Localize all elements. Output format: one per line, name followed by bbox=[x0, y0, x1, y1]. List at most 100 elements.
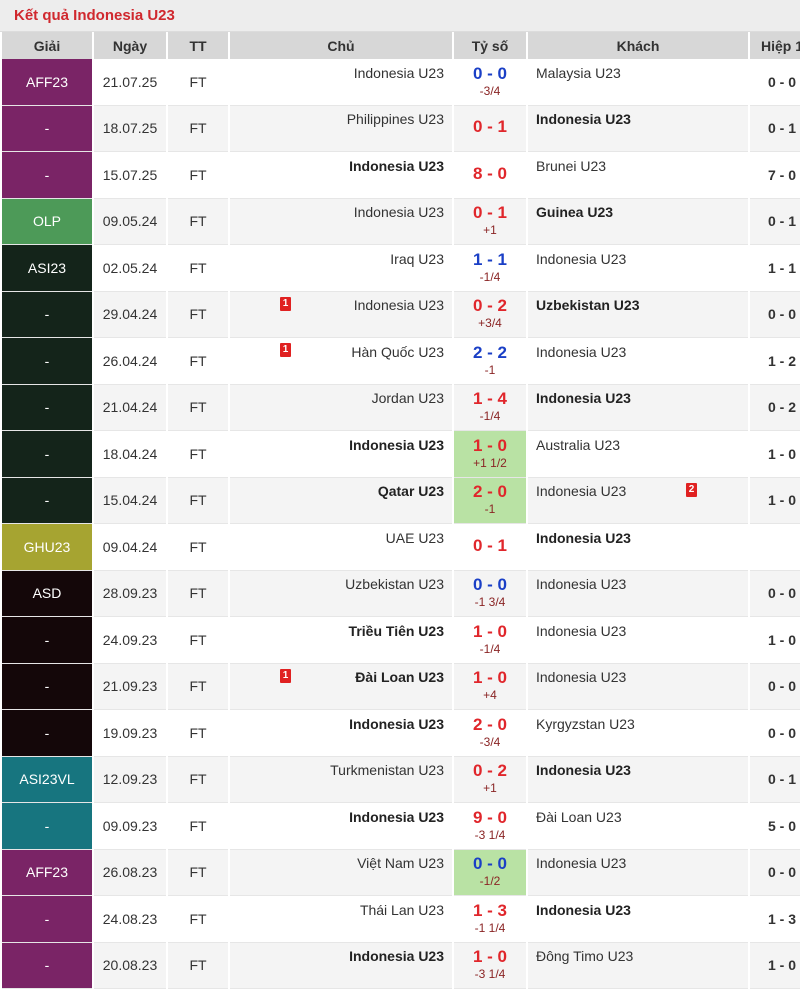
match-score[interactable]: 1 - 0 bbox=[454, 947, 526, 967]
away-team-cell[interactable]: Kyrgyzstan U23 bbox=[528, 710, 748, 757]
home-team-cell[interactable]: Triều Tiên U23 bbox=[230, 617, 452, 664]
away-team-cell[interactable]: Indonesia U23 bbox=[528, 850, 748, 897]
away-team-cell[interactable]: Indonesia U23 bbox=[528, 524, 748, 571]
home-team-name[interactable]: Indonesia U23 bbox=[349, 716, 444, 732]
match-score[interactable]: 0 - 1 bbox=[454, 117, 526, 137]
away-team-cell[interactable]: Indonesia U232 bbox=[528, 478, 748, 525]
away-team-name[interactable]: Đông Timo U23 bbox=[536, 948, 633, 964]
score-cell[interactable]: 8 - 0 bbox=[454, 152, 526, 199]
match-score[interactable]: 0 - 1 bbox=[454, 203, 526, 223]
away-team-name[interactable]: Indonesia U23 bbox=[536, 390, 631, 406]
away-team-cell[interactable]: Indonesia U23 bbox=[528, 245, 748, 292]
league-cell[interactable]: OLP bbox=[2, 199, 92, 246]
match-score[interactable]: 0 - 0 bbox=[454, 575, 526, 595]
match-score[interactable]: 1 - 0 bbox=[454, 622, 526, 642]
score-cell[interactable]: 1 - 4-1/4 bbox=[454, 385, 526, 432]
home-team-cell[interactable]: Iraq U23 bbox=[230, 245, 452, 292]
score-cell[interactable]: 0 - 0-1 3/4 bbox=[454, 571, 526, 618]
away-team-cell[interactable]: Uzbekistan U23 bbox=[528, 292, 748, 339]
table-row[interactable]: AFF2321.07.25FTIndonesia U230 - 0-3/4Mal… bbox=[2, 59, 800, 106]
league-cell[interactable]: - bbox=[2, 943, 92, 989]
home-team-name[interactable]: Indonesia U23 bbox=[349, 158, 444, 174]
score-cell[interactable]: 0 - 2+3/4 bbox=[454, 292, 526, 339]
league-cell[interactable]: ASI23VL bbox=[2, 757, 92, 804]
away-team-name[interactable]: Đài Loan U23 bbox=[536, 809, 622, 825]
league-cell[interactable]: - bbox=[2, 896, 92, 943]
away-team-cell[interactable]: Đài Loan U23 bbox=[528, 803, 748, 850]
away-team-name[interactable]: Malaysia U23 bbox=[536, 65, 621, 81]
away-team-cell[interactable]: Indonesia U23 bbox=[528, 757, 748, 804]
home-team-cell[interactable]: Indonesia U23 bbox=[230, 431, 452, 478]
score-cell[interactable]: 0 - 0-1/2 bbox=[454, 850, 526, 897]
league-cell[interactable]: AFF23 bbox=[2, 59, 92, 106]
league-cell[interactable]: ASD bbox=[2, 571, 92, 618]
table-row[interactable]: ASD28.09.23FTUzbekistan U230 - 0-1 3/4In… bbox=[2, 571, 800, 618]
home-team-name[interactable]: Philippines U23 bbox=[347, 111, 444, 127]
score-cell[interactable]: 1 - 3-1 1/4 bbox=[454, 896, 526, 943]
league-cell[interactable]: - bbox=[2, 292, 92, 339]
league-cell[interactable]: - bbox=[2, 385, 92, 432]
away-team-name[interactable]: Indonesia U23 bbox=[536, 251, 626, 267]
home-team-cell[interactable]: Uzbekistan U23 bbox=[230, 571, 452, 618]
score-cell[interactable]: 0 - 1+1 bbox=[454, 199, 526, 246]
home-team-cell[interactable]: Turkmenistan U23 bbox=[230, 757, 452, 804]
score-cell[interactable]: 2 - 0-1 bbox=[454, 478, 526, 525]
away-team-cell[interactable]: Indonesia U23 bbox=[528, 896, 748, 943]
league-cell[interactable]: - bbox=[2, 106, 92, 153]
score-cell[interactable]: 1 - 0+1 1/2 bbox=[454, 431, 526, 478]
home-team-name[interactable]: Hàn Quốc U23 bbox=[351, 344, 444, 360]
table-row[interactable]: -24.09.23FTTriều Tiên U231 - 0-1/4Indone… bbox=[2, 617, 800, 664]
away-team-name[interactable]: Indonesia U23 bbox=[536, 855, 626, 871]
home-team-cell[interactable]: Indonesia U23 bbox=[230, 803, 452, 850]
match-score[interactable]: 2 - 2 bbox=[454, 343, 526, 363]
score-cell[interactable]: 0 - 1 bbox=[454, 524, 526, 571]
away-team-cell[interactable]: Guinea U23 bbox=[528, 199, 748, 246]
table-row[interactable]: -09.09.23FTIndonesia U239 - 0-3 1/4Đài L… bbox=[2, 803, 800, 850]
score-cell[interactable]: 1 - 0-1/4 bbox=[454, 617, 526, 664]
match-score[interactable]: 9 - 0 bbox=[454, 808, 526, 828]
home-team-cell[interactable]: UAE U23 bbox=[230, 524, 452, 571]
table-row[interactable]: -18.04.24FTIndonesia U231 - 0+1 1/2Austr… bbox=[2, 431, 800, 478]
away-team-name[interactable]: Guinea U23 bbox=[536, 204, 613, 220]
league-cell[interactable]: - bbox=[2, 803, 92, 850]
away-team-name[interactable]: Indonesia U23 bbox=[536, 762, 631, 778]
match-score[interactable]: 1 - 4 bbox=[454, 389, 526, 409]
away-team-name[interactable]: Indonesia U23 bbox=[536, 530, 631, 546]
home-team-cell[interactable]: 1Indonesia U23 bbox=[230, 292, 452, 339]
table-row[interactable]: -15.04.24FTQatar U232 - 0-1Indonesia U23… bbox=[2, 478, 800, 525]
home-team-cell[interactable]: Indonesia U23 bbox=[230, 943, 452, 989]
match-score[interactable]: 0 - 2 bbox=[454, 296, 526, 316]
table-row[interactable]: ASI2302.05.24FTIraq U231 - 1-1/4Indonesi… bbox=[2, 245, 800, 292]
away-team-name[interactable]: Indonesia U23 bbox=[536, 576, 626, 592]
away-team-cell[interactable]: Indonesia U23 bbox=[528, 664, 748, 711]
score-cell[interactable]: 2 - 0-3/4 bbox=[454, 710, 526, 757]
table-row[interactable]: ASI23VL12.09.23FTTurkmenistan U230 - 2+1… bbox=[2, 757, 800, 804]
score-cell[interactable]: 1 - 0-3 1/4 bbox=[454, 943, 526, 989]
score-cell[interactable]: 1 - 0+4 bbox=[454, 664, 526, 711]
home-team-cell[interactable]: Indonesia U23 bbox=[230, 199, 452, 246]
away-team-name[interactable]: Indonesia U23 bbox=[536, 483, 626, 499]
home-team-cell[interactable]: 1Hàn Quốc U23 bbox=[230, 338, 452, 385]
league-cell[interactable]: - bbox=[2, 664, 92, 711]
home-team-name[interactable]: Uzbekistan U23 bbox=[345, 576, 444, 592]
away-team-cell[interactable]: Australia U23 bbox=[528, 431, 748, 478]
home-team-name[interactable]: Indonesia U23 bbox=[354, 204, 444, 220]
table-row[interactable]: -15.07.25FTIndonesia U238 - 0Brunei U237… bbox=[2, 152, 800, 199]
home-team-name[interactable]: Triều Tiên U23 bbox=[349, 623, 444, 639]
home-team-cell[interactable]: Jordan U23 bbox=[230, 385, 452, 432]
match-score[interactable]: 0 - 0 bbox=[454, 64, 526, 84]
home-team-cell[interactable]: Indonesia U23 bbox=[230, 59, 452, 106]
away-team-name[interactable]: Kyrgyzstan U23 bbox=[536, 716, 635, 732]
home-team-cell[interactable]: Indonesia U23 bbox=[230, 152, 452, 199]
home-team-name[interactable]: Iraq U23 bbox=[390, 251, 444, 267]
away-team-cell[interactable]: Brunei U23 bbox=[528, 152, 748, 199]
home-team-cell[interactable]: Thái Lan U23 bbox=[230, 896, 452, 943]
home-team-cell[interactable]: Việt Nam U23 bbox=[230, 850, 452, 897]
match-score[interactable]: 0 - 2 bbox=[454, 761, 526, 781]
score-cell[interactable]: 0 - 0-3/4 bbox=[454, 59, 526, 106]
match-score[interactable]: 1 - 0 bbox=[454, 668, 526, 688]
score-cell[interactable]: 2 - 2-1 bbox=[454, 338, 526, 385]
home-team-name[interactable]: Qatar U23 bbox=[378, 483, 444, 499]
away-team-name[interactable]: Australia U23 bbox=[536, 437, 620, 453]
score-cell[interactable]: 9 - 0-3 1/4 bbox=[454, 803, 526, 850]
